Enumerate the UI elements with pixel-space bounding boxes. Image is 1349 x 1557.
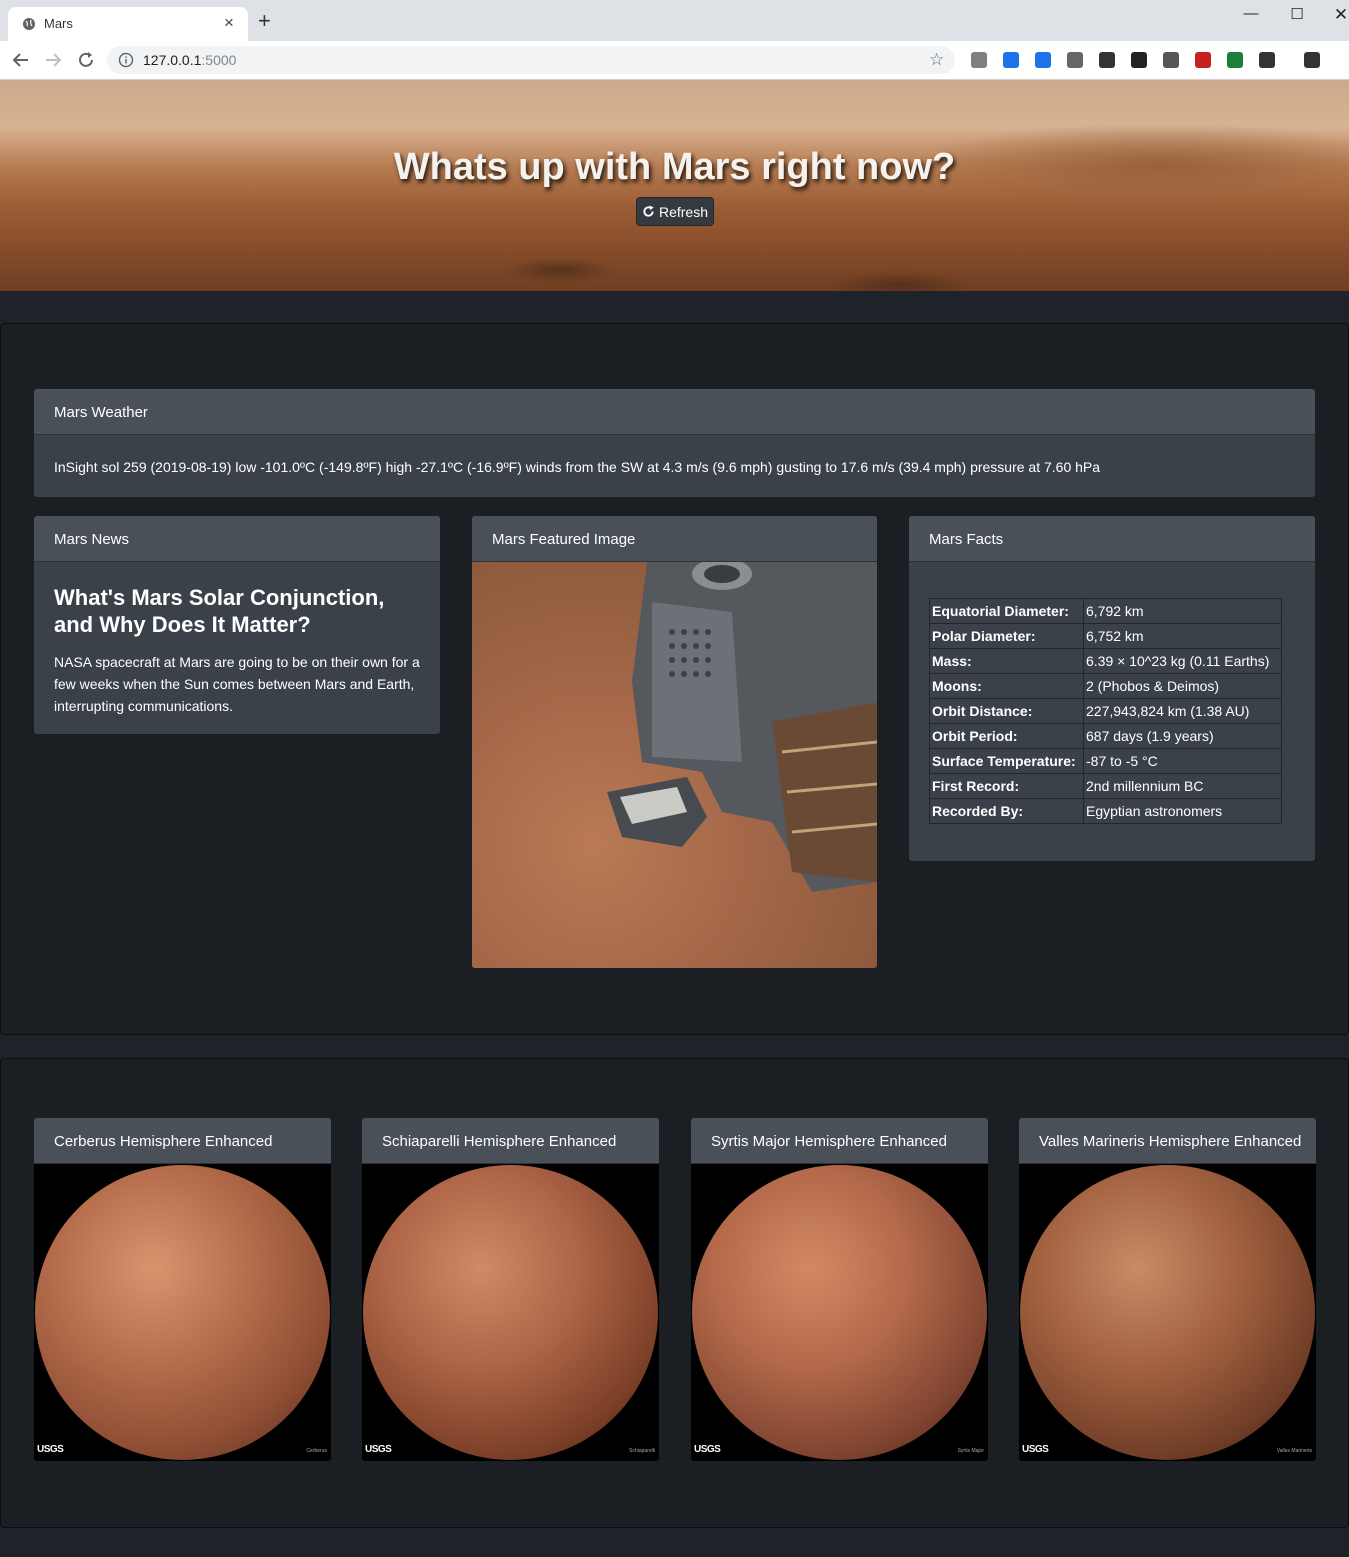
- news-body: NASA spacecraft at Mars are going to be …: [54, 654, 420, 714]
- fact-label: Moons:: [929, 673, 1084, 699]
- extension-icon[interactable]: [1099, 52, 1115, 68]
- facts-row: Orbit Period: 687 days (1.9 years): [929, 723, 1282, 749]
- page-title: Whats up with Mars right now?: [393, 146, 956, 188]
- weather-text: InSight sol 259 (2019-08-19) low -101.0º…: [54, 459, 1101, 475]
- fact-label: Surface Temperature:: [929, 748, 1084, 774]
- facts-row: Mass: 6.39 × 10^23 kg (0.11 Earths): [929, 648, 1282, 674]
- info-icon[interactable]: [118, 52, 134, 68]
- fact-value: 6.39 × 10^23 kg (0.11 Earths): [1083, 648, 1282, 674]
- fact-label: Mass:: [929, 648, 1084, 674]
- usgs-logo: USGS: [1022, 1444, 1049, 1455]
- facts-header: Mars Facts: [909, 516, 1315, 562]
- facts-row: Moons: 2 (Phobos & Deimos): [929, 673, 1282, 699]
- planet-graphic: [363, 1165, 658, 1460]
- close-tab-icon[interactable]: ×: [224, 13, 234, 33]
- planet-graphic: [1020, 1165, 1315, 1460]
- hemisphere-title: Schiaparelli Hemisphere Enhanced: [362, 1118, 659, 1164]
- planet-graphic: [35, 1165, 330, 1460]
- facts-row: Equatorial Diameter: 6,792 km: [929, 598, 1282, 624]
- fact-label: Orbit Period:: [929, 723, 1084, 749]
- fact-label: Polar Diameter:: [929, 623, 1084, 649]
- extension-icon[interactable]: [1259, 52, 1275, 68]
- image-caption: Schiaparelli: [629, 1448, 655, 1454]
- usgs-logo: USGS: [365, 1444, 392, 1455]
- fact-label: Equatorial Diameter:: [929, 598, 1084, 624]
- extension-icon[interactable]: [971, 52, 987, 68]
- facts-row: First Record: 2nd millennium BC: [929, 773, 1282, 799]
- extension-icon[interactable]: [1163, 52, 1179, 68]
- browser-tabbar: Mars × + — ☐ ✕: [0, 0, 1349, 41]
- planet-graphic: [692, 1165, 987, 1460]
- back-arrow-icon[interactable]: [10, 49, 32, 71]
- fact-value: 6,792 km: [1083, 598, 1282, 624]
- fact-value: 2 (Phobos & Deimos): [1083, 673, 1282, 699]
- hemisphere-image[interactable]: USGS Schiaparelli: [362, 1164, 659, 1461]
- fact-label: Orbit Distance:: [929, 698, 1084, 724]
- fact-value: 687 days (1.9 years): [1083, 723, 1282, 749]
- hero-banner: Whats up with Mars right now?: [0, 80, 1349, 291]
- reload-icon[interactable]: [75, 49, 97, 71]
- refresh-button[interactable]: Refresh: [636, 197, 714, 226]
- news-title: What's Mars Solar Conjunction, and Why D…: [54, 585, 385, 637]
- hemisphere-title: Cerberus Hemisphere Enhanced: [34, 1118, 331, 1164]
- usgs-logo: USGS: [37, 1444, 64, 1455]
- star-icon[interactable]: ☆: [929, 50, 944, 70]
- fact-label: Recorded By:: [929, 798, 1084, 824]
- featured-image[interactable]: [472, 562, 877, 968]
- news-header: Mars News: [34, 516, 440, 562]
- extension-icon[interactable]: [1003, 52, 1019, 68]
- extension-icon[interactable]: [1131, 52, 1147, 68]
- hemisphere-title: Syrtis Major Hemisphere Enhanced: [691, 1118, 988, 1164]
- extension-icon[interactable]: [1067, 52, 1083, 68]
- hemisphere-image[interactable]: USGS Valles Marineris: [1019, 1164, 1316, 1461]
- url-text: 127.0.0.1:5000: [143, 52, 237, 68]
- news-card: Mars News What's Mars Solar Conjunction,…: [34, 516, 440, 734]
- tab-title: Mars: [44, 16, 73, 31]
- minimize-icon[interactable]: —: [1236, 5, 1266, 22]
- featured-image-card: Mars Featured Image: [472, 516, 877, 968]
- browser-tab[interactable]: Mars ×: [8, 7, 248, 41]
- hemisphere-card: Syrtis Major Hemisphere Enhanced USGS Sy…: [691, 1118, 988, 1461]
- extension-icon[interactable]: [1227, 52, 1243, 68]
- maximize-icon[interactable]: ☐: [1282, 5, 1312, 23]
- image-caption: Syrtis Major: [957, 1448, 984, 1454]
- fact-value: 6,752 km: [1083, 623, 1282, 649]
- hemisphere-card: Cerberus Hemisphere Enhanced USGS Cerber…: [34, 1118, 331, 1461]
- facts-row: Surface Temperature: -87 to -5 °C: [929, 748, 1282, 774]
- fact-label: First Record:: [929, 773, 1084, 799]
- fact-value: 227,943,824 km (1.38 AU): [1083, 698, 1282, 724]
- new-tab-icon[interactable]: +: [258, 10, 271, 32]
- forward-arrow-icon[interactable]: [42, 49, 64, 71]
- featured-header: Mars Featured Image: [472, 516, 877, 562]
- usgs-logo: USGS: [694, 1444, 721, 1455]
- facts-row: Polar Diameter: 6,752 km: [929, 623, 1282, 649]
- hemisphere-title: Valles Marineris Hemisphere Enhanced: [1019, 1118, 1316, 1164]
- extension-icon[interactable]: [1304, 52, 1320, 68]
- close-window-icon[interactable]: ✕: [1326, 5, 1349, 25]
- fact-value: 2nd millennium BC: [1083, 773, 1282, 799]
- facts-card: Mars Facts Equatorial Diameter: 6,792 km P…: [909, 516, 1315, 861]
- image-caption: Cerberus: [306, 1448, 327, 1454]
- facts-table: Equatorial Diameter: 6,792 km Polar Diamet…: [929, 598, 1282, 824]
- refresh-label: Refresh: [658, 203, 709, 220]
- extension-icon[interactable]: [1195, 52, 1211, 68]
- fact-value: Egyptian astronomers: [1083, 798, 1282, 824]
- image-caption: Valles Marineris: [1276, 1448, 1312, 1454]
- refresh-icon: [643, 205, 654, 217]
- hemisphere-image[interactable]: USGS Cerberus: [34, 1164, 331, 1461]
- extension-icon[interactable]: [1035, 52, 1051, 68]
- browser-toolbar: 127.0.0.1:5000 ☆: [0, 41, 1349, 80]
- hemisphere-image[interactable]: USGS Syrtis Major: [691, 1164, 988, 1461]
- hemisphere-card: Valles Marineris Hemisphere Enhanced USG…: [1019, 1118, 1316, 1461]
- address-bar[interactable]: 127.0.0.1:5000 ☆: [107, 46, 955, 74]
- globe-icon: [23, 18, 35, 30]
- weather-header: Mars Weather: [34, 389, 1315, 435]
- facts-row: Orbit Distance: 227,943,824 km (1.38 AU): [929, 698, 1282, 724]
- weather-card: Mars Weather InSight sol 259 (2019-08-19…: [34, 389, 1315, 497]
- fact-value: -87 to -5 °C: [1083, 748, 1282, 774]
- hemisphere-card: Schiaparelli Hemisphere Enhanced USGS Sc…: [362, 1118, 659, 1461]
- facts-row: Recorded By: Egyptian astronomers: [929, 798, 1282, 824]
